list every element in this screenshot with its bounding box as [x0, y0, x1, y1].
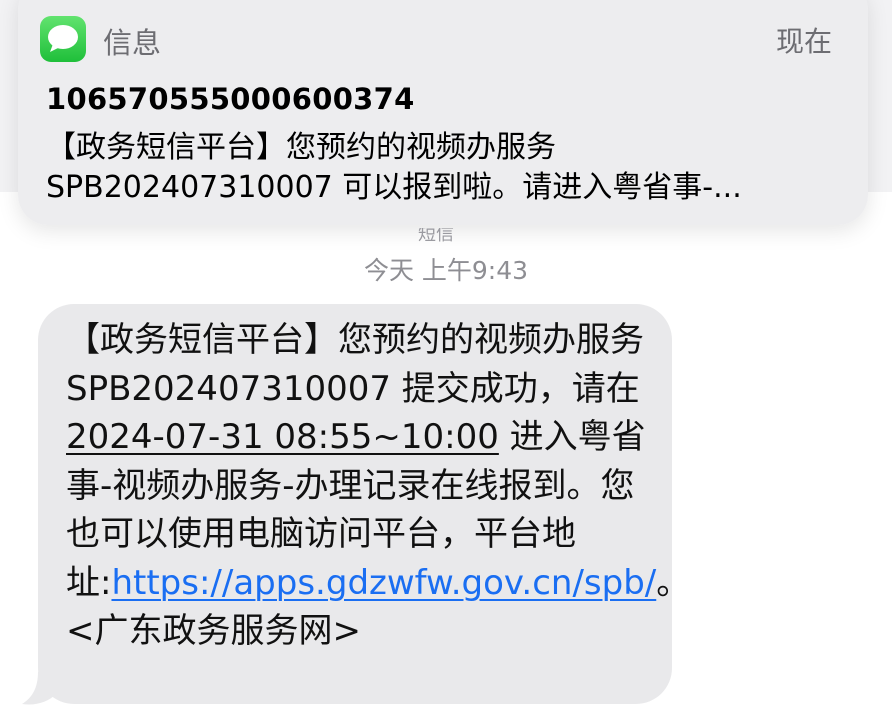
messages-app-icon	[40, 16, 86, 62]
datetime-link[interactable]: 2024-07-31 08:55~10:00	[66, 417, 499, 457]
preview-line-2: SPB202407310007 可以报到啦。请进入粤省事-...	[46, 170, 742, 205]
bubble-tail	[22, 672, 56, 705]
platform-url-link[interactable]: https://apps.gdzwfw.gov.cn/spb/	[111, 563, 656, 603]
notification-time: 现在	[775, 25, 832, 58]
preview-line-1: 【政务短信平台】您预约的视频办服务	[46, 130, 556, 165]
notification-app-name: 信息	[103, 26, 162, 60]
message-part-1: 【政务短信平台】您预约的视频办服务 SPB202407310007 提交成功，请…	[66, 320, 644, 409]
message-text: 【政务短信平台】您预约的视频办服务 SPB202407310007 提交成功，请…	[66, 316, 690, 656]
notification-sender: 10657055500060037‌4	[46, 82, 415, 116]
message-bubble-icon	[48, 25, 78, 52]
sms-label: 短信	[418, 228, 454, 242]
notification-preview: 【政务短信平台】您预约的视频办服务 SPB202407310007 可以报到啦。…	[46, 128, 846, 208]
message-timestamp: 今天 上午9:43	[363, 256, 529, 285]
